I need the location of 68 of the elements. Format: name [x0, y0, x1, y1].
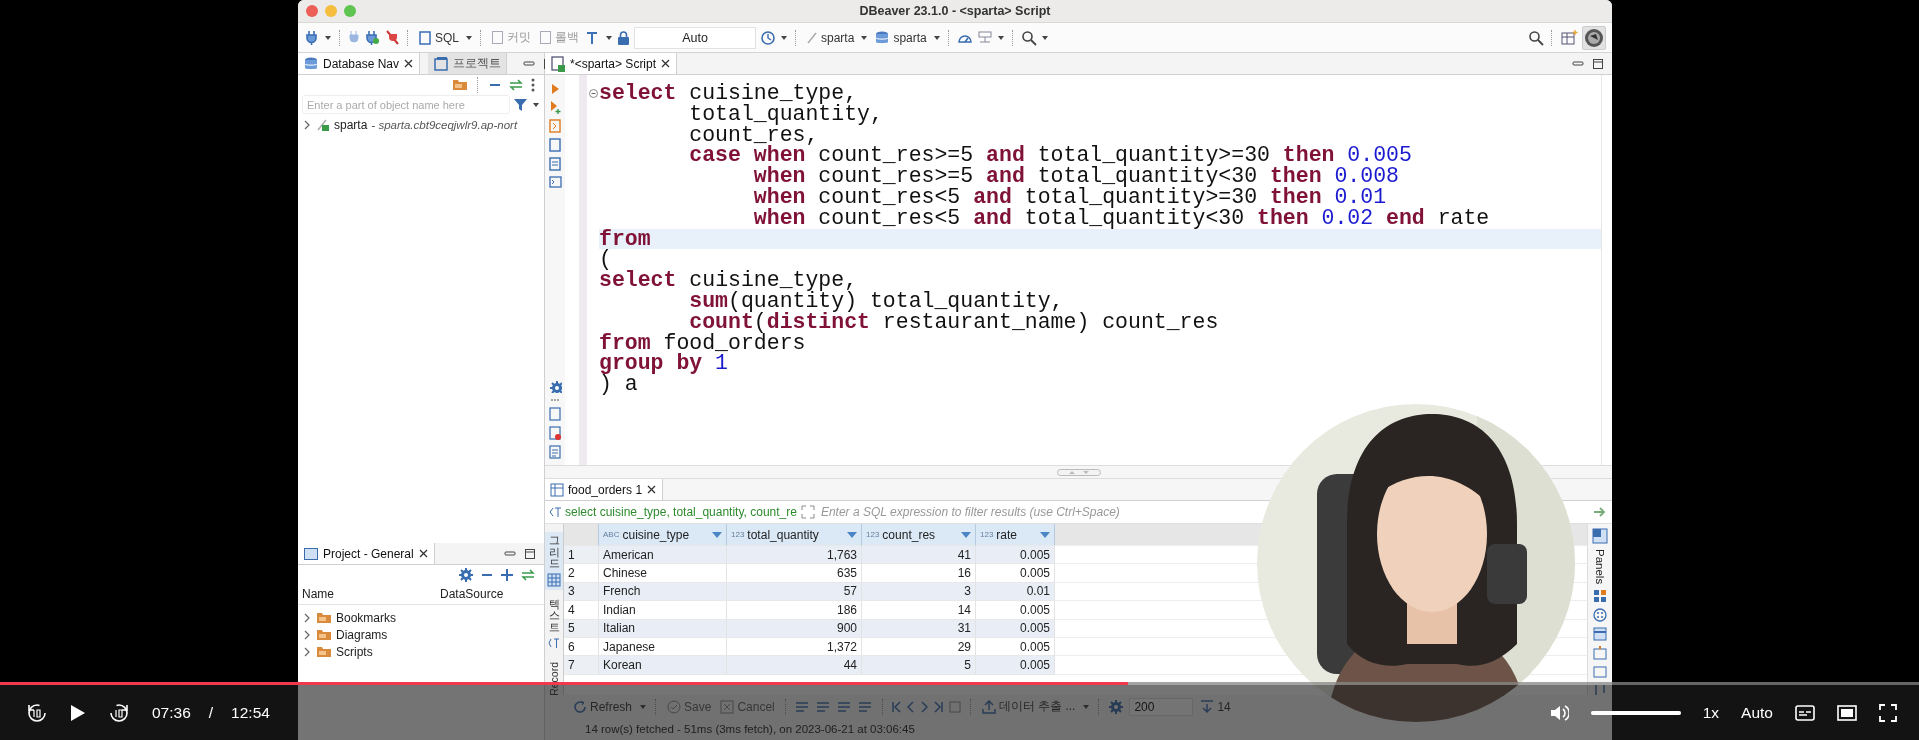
sql-editor-button[interactable]: SQL: [416, 28, 461, 47]
code-line: sum(quantity) total_quantity,: [688, 290, 1064, 312]
table-cell: 0.005: [976, 546, 1055, 565]
fetch-size-field[interactable]: 200: [1129, 697, 1194, 716]
query-text: select cuisine_type, total_quantity, count_re: [565, 505, 797, 519]
row-number: 7: [564, 656, 599, 675]
column-header[interactable]: 123 total_quantity: [727, 524, 862, 546]
connection-selector[interactable]: sparta: [804, 29, 857, 46]
tree-item[interactable]: Bookmarks: [336, 610, 397, 625]
code-line: total_quantity,: [688, 103, 884, 125]
tree-item[interactable]: Scripts: [336, 644, 373, 659]
table-cell: 186: [727, 601, 862, 620]
view-tab[interactable]: Project - General: [298, 543, 435, 564]
table-cell: 0.005: [976, 656, 1055, 675]
results-tab[interactable]: food_orders 1: [545, 479, 664, 500]
schema-selector[interactable]: sparta: [872, 28, 929, 47]
table-cell: 0.005: [976, 564, 1055, 583]
table-cell: 5: [862, 656, 976, 675]
code-line: when count_res>=5 and total_quantity<30 then 0.008: [752, 166, 1400, 187]
table-cell: 0.005: [976, 601, 1055, 620]
side-tab[interactable]: 그리드: [545, 532, 563, 590]
filter-field[interactable]: Enter a SQL expression to filter results (use Ctrl+Space): [818, 504, 1588, 520]
column-header[interactable]: Name: [298, 587, 436, 601]
table-cell: Korean: [599, 656, 727, 675]
table-cell: 41: [862, 546, 976, 565]
code-line: select cuisine_type,: [599, 83, 858, 104]
table-cell: 14: [862, 601, 976, 620]
quality-button[interactable]: Auto: [1741, 703, 1773, 722]
table-cell: 44: [727, 656, 862, 675]
code-line: (: [599, 249, 612, 271]
code-line: from food_orders: [599, 332, 807, 354]
time-separator: /: [208, 703, 214, 722]
tree-item[interactable]: Diagrams: [336, 627, 388, 642]
row-number: 1: [564, 546, 599, 565]
window-title: DBeaver 23.1.0 - <sparta> Script: [859, 4, 1051, 18]
search-field[interactable]: Enter a part of object name here: [302, 95, 510, 114]
side-tab[interactable]: 텍스트: [545, 595, 563, 654]
column-header[interactable]: 123 rate: [976, 524, 1055, 546]
column-header[interactable]: DataSource: [436, 587, 504, 601]
code-line: ) a: [599, 374, 638, 395]
editor-tab[interactable]: *<sparta> Script: [545, 53, 678, 74]
code-line: group by 1: [599, 353, 730, 375]
code-line: count_res,: [688, 124, 819, 146]
table-cell: 16: [862, 564, 976, 583]
view-tab[interactable]: Database Nav: [298, 53, 421, 74]
table-cell: Indian: [599, 601, 727, 620]
table-cell: 635: [727, 564, 862, 583]
code-line: select cuisine_type,: [599, 270, 859, 291]
panels-label[interactable]: Panels: [1594, 549, 1606, 585]
column-header[interactable]: ABC cuisine_type: [599, 524, 727, 546]
code-line: case when count_res>=5 and total_quantity>=30 then 0.005: [688, 145, 1413, 167]
speed-button[interactable]: 1x: [1702, 703, 1720, 722]
connection-detail: - sparta.cbt9ceqjwlr9.ap-nort: [371, 118, 518, 131]
column-header[interactable]: 123 count_res: [862, 524, 976, 546]
table-cell: 1,763: [727, 546, 862, 565]
code-line: when count_res<5 and total_quantity>=30 then 0.01: [752, 187, 1387, 208]
current-time: 07:36: [152, 703, 191, 722]
row-number: 2: [564, 564, 599, 583]
view-tab[interactable]: 프로젝트: [428, 53, 508, 74]
table-cell: American: [599, 546, 727, 565]
status-text: 14 row(s) fetched - 51ms (3ms fetch), on 2023-06-21 at 03:06:45: [585, 723, 915, 735]
code-line: count(distinct restaurant_name) count_res: [689, 311, 1220, 333]
tree-item[interactable]: sparta: [334, 117, 368, 132]
transaction-mode-field[interactable]: Auto: [634, 26, 756, 49]
duration: 12:54: [231, 703, 270, 722]
table-cell: Chinese: [599, 564, 727, 583]
row-number: 4: [564, 601, 599, 620]
code-line: when count_res<5 and total_quantity<30 then 0.02 end rate: [752, 207, 1491, 229]
